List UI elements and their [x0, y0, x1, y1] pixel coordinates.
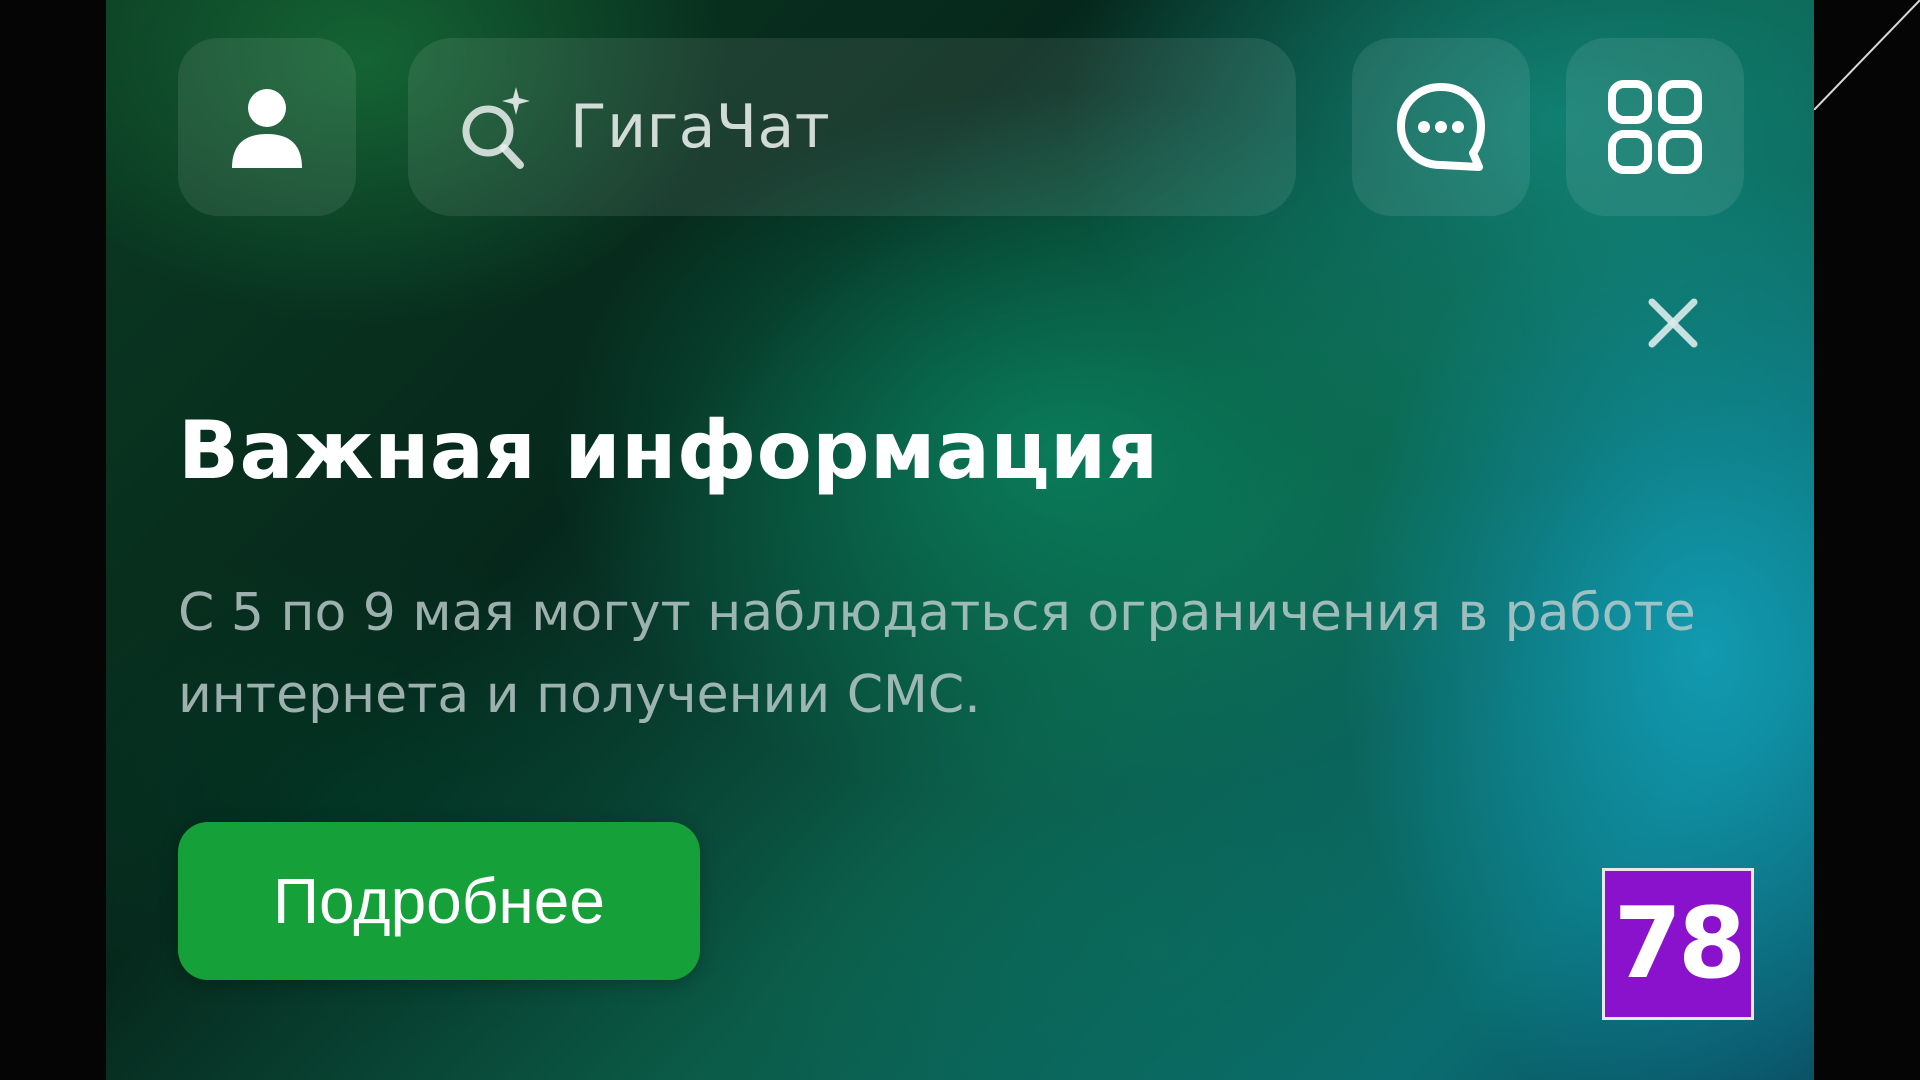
close-icon[interactable]: [1646, 296, 1700, 350]
profile-button[interactable]: [178, 38, 356, 216]
more-details-button[interactable]: Подробнее: [178, 822, 700, 980]
letterbox-right: [1814, 0, 1920, 1080]
video-frame: ГигаЧат Важная информация С 5 по 9 мая м…: [0, 0, 1920, 1080]
user-icon: [232, 89, 302, 168]
app-screen: ГигаЧат Важная информация С 5 по 9 мая м…: [106, 0, 1814, 1080]
banner-message: С 5 по 9 мая могут наблюдаться ограничен…: [178, 583, 1696, 725]
channel-logo-text: 78: [1613, 887, 1746, 1001]
banner-title: Важная информация: [178, 404, 1159, 497]
chat-button[interactable]: [1352, 38, 1530, 216]
grid-apps-icon: [1608, 80, 1702, 174]
letterbox-left: [0, 0, 106, 1080]
search-label: ГигаЧат: [570, 92, 831, 162]
gigachat-search-field[interactable]: ГигаЧат: [408, 38, 1296, 216]
channel-78-logo: 78: [1602, 868, 1754, 1020]
ai-search-sparkle-icon: [462, 87, 530, 169]
apps-menu-button[interactable]: [1566, 38, 1744, 216]
chat-bubble-icon: [1397, 83, 1485, 171]
corner-line-decoration: [1814, 0, 1920, 110]
